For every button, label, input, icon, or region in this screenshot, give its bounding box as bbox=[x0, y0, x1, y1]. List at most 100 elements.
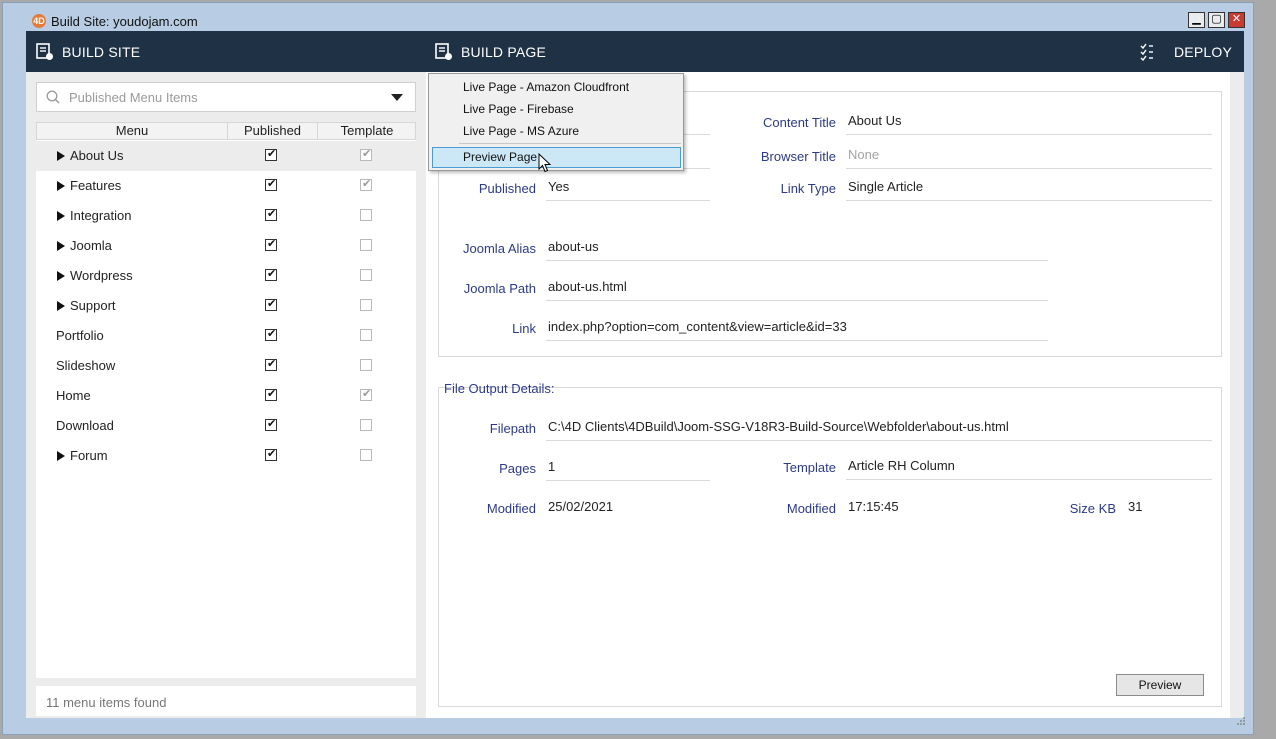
published-checkbox[interactable]: ✔ bbox=[265, 208, 277, 221]
expand-arrow-icon[interactable] bbox=[57, 301, 65, 311]
size-kb-label: Size KB bbox=[1069, 501, 1116, 516]
template-checkbox[interactable]: ✔ bbox=[360, 148, 372, 161]
modified-time-field: 17:15:45 bbox=[848, 499, 899, 514]
column-header-menu[interactable]: Menu bbox=[37, 123, 228, 139]
template-field[interactable]: Article RH Column bbox=[846, 458, 1212, 480]
template-checkbox[interactable] bbox=[360, 209, 372, 221]
expand-arrow-icon[interactable] bbox=[57, 241, 65, 251]
app-icon: 4D bbox=[32, 14, 46, 28]
content-title-label: Content Title bbox=[763, 115, 836, 130]
menu-item-live-firebase[interactable]: Live Page - Firebase bbox=[463, 102, 574, 116]
preview-button[interactable]: Preview bbox=[1116, 674, 1204, 696]
expand-arrow-icon[interactable] bbox=[57, 451, 65, 461]
build-site-icon bbox=[36, 42, 53, 60]
menu-item-live-cloudfront[interactable]: Live Page - Amazon Cloudfront bbox=[463, 80, 629, 94]
template-checkbox[interactable]: ✔ bbox=[360, 388, 372, 401]
template-checkbox[interactable] bbox=[360, 239, 372, 251]
table-row[interactable]: Joomla ✔ bbox=[36, 231, 416, 261]
template-checkbox[interactable] bbox=[360, 449, 372, 461]
template-checkbox[interactable] bbox=[360, 299, 372, 311]
joomla-path-label: Joomla Path bbox=[463, 281, 536, 296]
build-page-label: BUILD PAGE bbox=[461, 43, 546, 60]
link-label: Link bbox=[512, 321, 536, 336]
close-button[interactable]: ✕ bbox=[1228, 12, 1245, 28]
build-page-icon bbox=[435, 42, 452, 60]
published-label: Published bbox=[478, 181, 536, 196]
menu-item-label: Joomla bbox=[70, 238, 112, 253]
build-site-button[interactable]: BUILD SITE bbox=[36, 31, 140, 72]
published-checkbox[interactable]: ✔ bbox=[265, 148, 277, 161]
table-row[interactable]: Slideshow ✔ bbox=[36, 351, 416, 381]
menu-item-label: Slideshow bbox=[56, 358, 116, 373]
template-checkbox[interactable] bbox=[360, 269, 372, 281]
menu-item-label: Download bbox=[56, 418, 114, 433]
published-checkbox[interactable]: ✔ bbox=[265, 328, 277, 341]
expand-arrow-icon[interactable] bbox=[57, 211, 65, 221]
checkmark-icon: ✔ bbox=[267, 238, 277, 250]
published-field[interactable]: Yes bbox=[546, 179, 710, 201]
column-header-published[interactable]: Published bbox=[228, 123, 318, 139]
build-page-button[interactable]: BUILD PAGE bbox=[435, 31, 546, 72]
checkmark-icon: ✔ bbox=[362, 388, 372, 400]
search-icon bbox=[46, 90, 60, 104]
checkmark-icon: ✔ bbox=[362, 178, 372, 190]
minimize-button[interactable]: ▁ bbox=[1188, 12, 1205, 28]
filepath-field[interactable]: C:\4D Clients\4DBuild\Joom-SSG-V18R3-Bui… bbox=[546, 419, 1212, 441]
checkmark-icon: ✔ bbox=[267, 448, 277, 460]
pages-field[interactable]: 1 bbox=[546, 459, 710, 481]
checkmark-icon: ✔ bbox=[362, 148, 372, 160]
expand-arrow-icon[interactable] bbox=[57, 151, 65, 161]
link-type-field[interactable]: Single Article bbox=[846, 179, 1212, 201]
table-row[interactable]: Wordpress ✔ bbox=[36, 261, 416, 291]
chevron-down-icon[interactable] bbox=[391, 94, 403, 101]
checkmark-icon: ✔ bbox=[267, 178, 277, 190]
title-bar[interactable]: 4D Build Site: youdojam.com ▁ ▢ ✕ bbox=[3, 3, 1253, 33]
menu-item-preview-page[interactable]: Preview Page bbox=[432, 147, 681, 168]
table-row[interactable]: Features ✔ ✔ bbox=[36, 171, 416, 201]
filepath-label: Filepath bbox=[489, 421, 536, 436]
deploy-button[interactable]: DEPLOY bbox=[1140, 31, 1232, 72]
published-checkbox[interactable]: ✔ bbox=[265, 448, 277, 461]
modified-date-label: Modified bbox=[486, 501, 536, 516]
table-header: Menu Published Template bbox=[36, 122, 416, 140]
published-checkbox[interactable]: ✔ bbox=[265, 238, 277, 251]
column-header-template[interactable]: Template bbox=[318, 123, 416, 139]
expand-arrow-icon[interactable] bbox=[57, 181, 65, 191]
resize-grip-icon[interactable] bbox=[1236, 716, 1246, 726]
search-input[interactable] bbox=[69, 87, 369, 107]
table-row[interactable]: Portfolio ✔ bbox=[36, 321, 416, 351]
table-row[interactable]: Integration ✔ bbox=[36, 201, 416, 231]
maximize-button[interactable]: ▢ bbox=[1208, 12, 1225, 28]
published-checkbox[interactable]: ✔ bbox=[265, 418, 277, 431]
menu-item-live-azure[interactable]: Live Page - MS Azure bbox=[463, 124, 579, 138]
published-checkbox[interactable]: ✔ bbox=[265, 298, 277, 311]
template-checkbox[interactable] bbox=[360, 329, 372, 341]
published-checkbox[interactable]: ✔ bbox=[265, 358, 277, 371]
content-title-field[interactable]: About Us bbox=[846, 113, 1212, 135]
menu-item-label: Features bbox=[70, 178, 122, 193]
status-text: 11 menu items found bbox=[46, 695, 167, 710]
search-box[interactable] bbox=[36, 82, 416, 112]
menu-item-label: Support bbox=[70, 298, 116, 313]
table-row[interactable]: Support ✔ bbox=[36, 291, 416, 321]
checkmark-icon: ✔ bbox=[267, 418, 277, 430]
template-checkbox[interactable]: ✔ bbox=[360, 178, 372, 191]
published-checkbox[interactable]: ✔ bbox=[265, 178, 277, 191]
table-row[interactable]: Forum ✔ bbox=[36, 441, 416, 471]
menu-item-label: Integration bbox=[70, 208, 132, 223]
link-field[interactable]: index.php?option=com_content&view=articl… bbox=[546, 319, 1048, 341]
joomla-alias-field[interactable]: about-us bbox=[546, 239, 1048, 261]
modified-time-label: Modified bbox=[786, 501, 836, 516]
table-row[interactable]: Home ✔ ✔ bbox=[36, 381, 416, 411]
browser-title-field[interactable]: None bbox=[846, 147, 1212, 169]
table-row[interactable]: Download ✔ bbox=[36, 411, 416, 441]
size-kb-field: 31 bbox=[1128, 499, 1143, 514]
joomla-path-field[interactable]: about-us.html bbox=[546, 279, 1048, 301]
checkmark-icon: ✔ bbox=[267, 148, 277, 160]
expand-arrow-icon[interactable] bbox=[57, 271, 65, 281]
template-checkbox[interactable] bbox=[360, 419, 372, 431]
published-checkbox[interactable]: ✔ bbox=[265, 268, 277, 281]
template-checkbox[interactable] bbox=[360, 359, 372, 371]
table-row[interactable]: About Us ✔ ✔ bbox=[36, 141, 416, 171]
published-checkbox[interactable]: ✔ bbox=[265, 388, 277, 401]
